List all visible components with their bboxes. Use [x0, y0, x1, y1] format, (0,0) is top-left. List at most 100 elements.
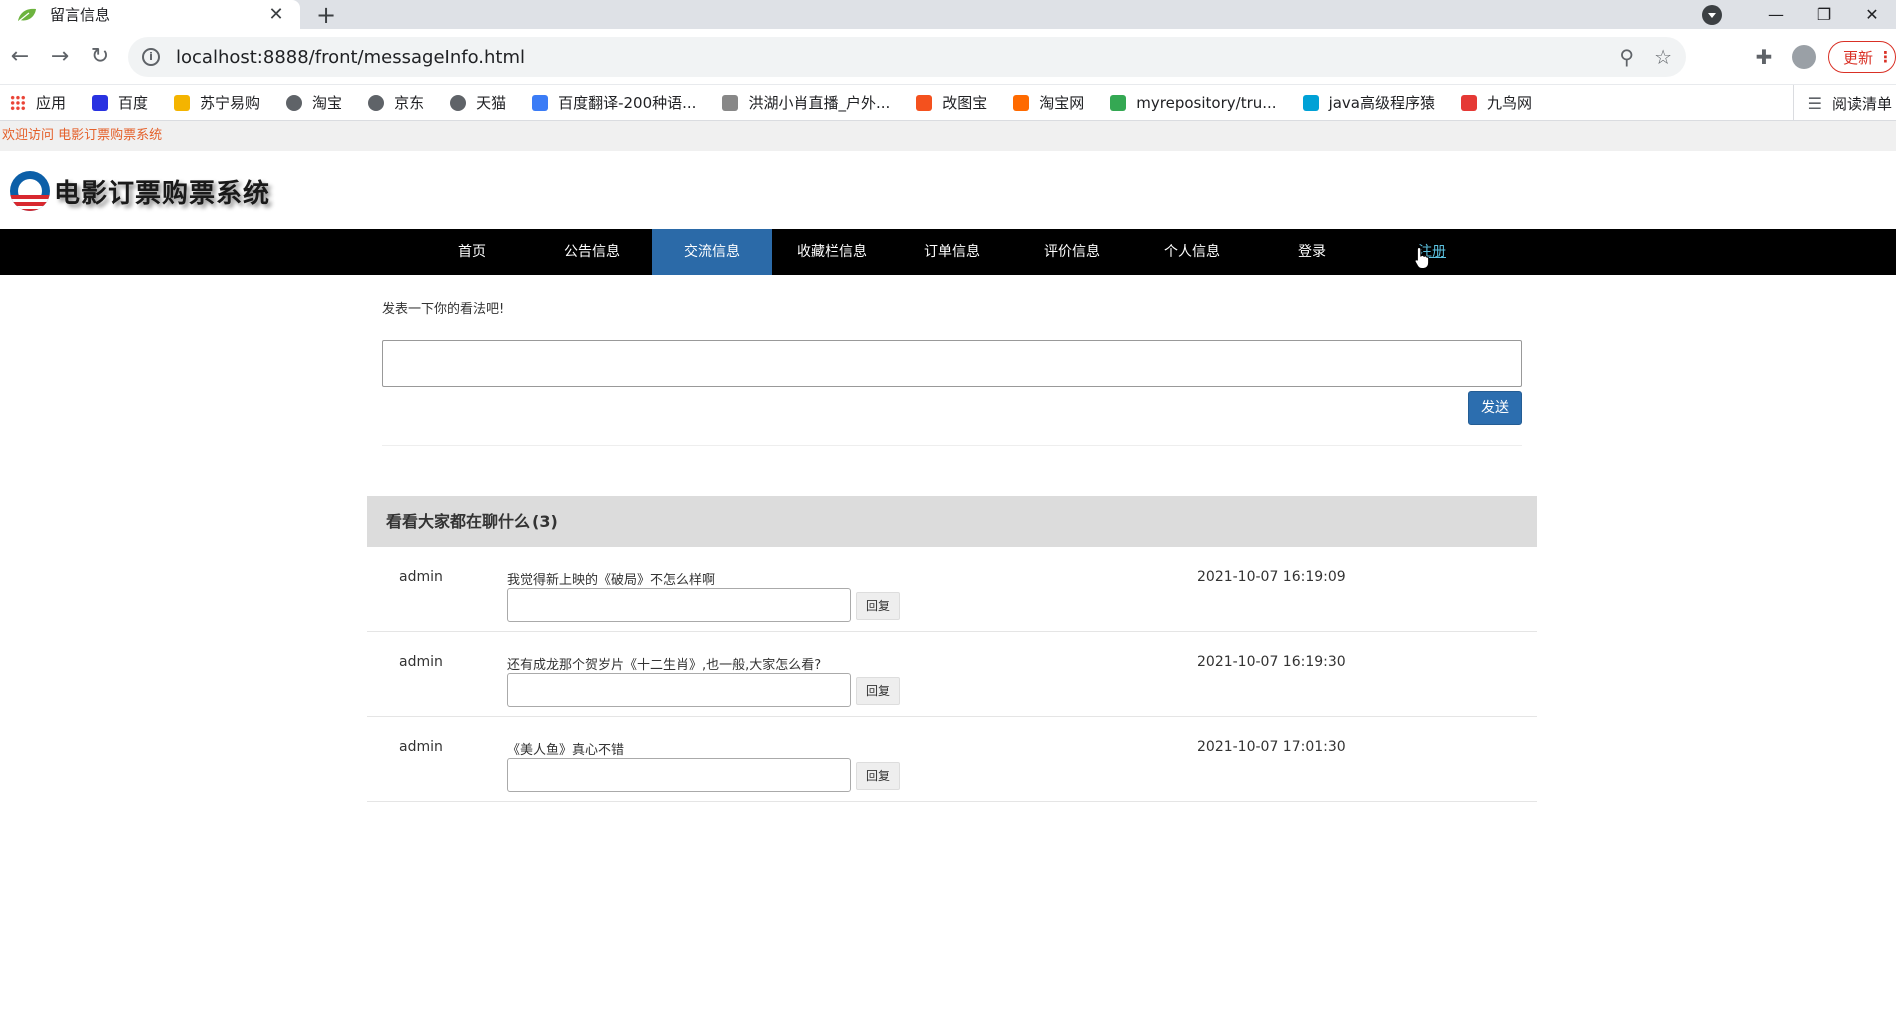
bookmark-label: 淘宝	[312, 94, 343, 112]
bookmark-label: 苏宁易购	[200, 94, 261, 112]
window-close-icon[interactable]: ✕	[1848, 5, 1896, 24]
comment-time: 2021-10-07 17:01:30	[1197, 739, 1346, 755]
nav-item[interactable]: 交流信息	[652, 229, 772, 275]
toolbar-right: ✚ 更新	[1744, 37, 1896, 77]
bookmark-item[interactable]: 九鸟网	[1461, 92, 1532, 113]
logo-emblem-icon	[10, 171, 50, 211]
bookmark-item[interactable]: 天猫	[450, 92, 506, 113]
star-icon[interactable]: ☆	[1654, 45, 1672, 69]
apps-grid-icon	[10, 94, 26, 111]
bookmark-item[interactable]: 应用	[10, 92, 66, 113]
reply-button[interactable]: 回复	[856, 677, 900, 705]
bookmark-favicon-icon	[1302, 94, 1319, 111]
tab-search-icon[interactable]	[1702, 4, 1722, 25]
zoom-icon[interactable]: ⚲	[1619, 45, 1634, 69]
thread-title: 看看大家都在聊什么	[386, 512, 531, 531]
logo-text: 电影订票购票系统	[54, 178, 271, 209]
bookmark-label: 京东	[394, 94, 425, 112]
bookmarks-bar: 应用 百度 苏宁易购 淘宝 京东 天猫 百度翻译-200种语... 洪湖小肖直播_户外... 改…	[0, 85, 1896, 121]
reply-button[interactable]: 回复	[856, 762, 900, 790]
comment-row: admin 《美人鱼》真心不错 2021-10-07 17:01:30 回复	[367, 717, 1537, 802]
bookmark-favicon-icon	[722, 94, 739, 111]
bookmark-label: myrepository/tru...	[1136, 93, 1277, 112]
bookmark-item[interactable]: 苏宁易购	[174, 92, 260, 113]
reply-input[interactable]	[507, 758, 851, 792]
minimize-icon[interactable]: —	[1752, 5, 1800, 24]
nav-item[interactable]: 个人信息	[1132, 229, 1252, 275]
bookmark-label: 淘宝网	[1039, 94, 1085, 112]
reading-list-label: 阅读清单	[1831, 94, 1892, 113]
comment-text: 我觉得新上映的《破局》不怎么样啊	[507, 573, 716, 588]
message-thread: 看看大家都在聊什么 (3) admin 我觉得新上映的《破局》不怎么样啊 2021-1…	[367, 496, 1537, 802]
bookmark-item[interactable]: 百度翻译-200种语...	[532, 92, 696, 113]
bookmark-label: 天猫	[476, 94, 507, 112]
url-text[interactable]: localhost:8888/front/messageInfo.html	[176, 47, 1599, 68]
browser-tab[interactable]: 留言信息 ✕	[0, 0, 300, 29]
bookmark-label: 洪湖小肖直播_户外...	[748, 94, 891, 112]
comment-author: admin	[399, 654, 443, 670]
bookmark-item[interactable]: 淘宝网	[1013, 92, 1084, 113]
bookmark-label: 百度	[118, 94, 149, 112]
bookmark-label: 改图宝	[942, 94, 988, 112]
comment-row: admin 我觉得新上映的《破局》不怎么样啊 2021-10-07 16:19:09…	[367, 547, 1537, 632]
comment-row: admin 还有成龙那个贺岁片《十二生肖》,也一般,大家怎么看? 2021-10-0…	[367, 632, 1537, 717]
address-bar[interactable]: i localhost:8888/front/messageInfo.html …	[128, 37, 1686, 77]
window-controls: — ❐ ✕	[1702, 0, 1896, 29]
nav-item[interactable]: 首页	[412, 229, 532, 275]
site-header: 电影订票购票系统	[0, 151, 1896, 229]
reading-list-icon: ☰	[1807, 93, 1822, 113]
bookmark-item[interactable]: myrepository/tru...	[1110, 93, 1277, 112]
bookmark-favicon-icon	[916, 94, 933, 111]
bookmark-favicon-icon	[92, 94, 109, 111]
bookmark-item[interactable]: 改图宝	[916, 92, 987, 113]
bookmark-label: 九鸟网	[1487, 94, 1533, 112]
new-tab-icon[interactable]: +	[316, 1, 336, 29]
nav-item[interactable]: 收藏栏信息	[772, 229, 892, 275]
comment-list: admin 我觉得新上映的《破局》不怎么样啊 2021-10-07 16:19:09…	[367, 547, 1537, 802]
close-icon[interactable]: ✕	[266, 4, 286, 25]
reload-icon[interactable]: ↻	[80, 44, 120, 69]
forward-arrow-icon[interactable]: →	[40, 44, 80, 69]
message-input[interactable]	[382, 340, 1522, 387]
bookmark-item[interactable]: 淘宝	[286, 92, 342, 113]
bookmark-favicon-icon	[286, 94, 303, 111]
bookmark-label: 百度翻译-200种语...	[558, 94, 697, 112]
bookmark-item[interactable]: 洪湖小肖直播_户外...	[722, 92, 890, 113]
nav-item[interactable]: 订单信息	[892, 229, 1012, 275]
comment-author: admin	[399, 569, 443, 585]
bookmark-item[interactable]: java高级程序猿	[1302, 92, 1435, 113]
nav-item[interactable]: 注册	[1372, 229, 1492, 275]
puzzle-icon[interactable]: ✚	[1744, 45, 1784, 69]
comment-text: 《美人鱼》真心不错	[507, 743, 625, 758]
bookmark-favicon-icon	[174, 94, 191, 111]
avatar[interactable]	[1791, 45, 1816, 69]
reading-list-button[interactable]: ☰ 阅读清单	[1792, 85, 1892, 121]
bookmark-favicon-icon	[1461, 94, 1477, 111]
back-arrow-icon[interactable]: ←	[0, 44, 40, 69]
info-icon[interactable]: i	[142, 48, 160, 66]
thread-header: 看看大家都在聊什么 (3)	[367, 496, 1537, 547]
bookmark-favicon-icon	[1110, 94, 1127, 111]
bookmark-item[interactable]: 百度	[92, 92, 148, 113]
tab-title: 留言信息	[50, 6, 111, 24]
composer-prompt: 发表一下你的看法吧!	[382, 302, 505, 317]
leaf-icon	[18, 8, 36, 21]
restore-icon[interactable]: ❐	[1800, 5, 1848, 24]
site-logo[interactable]: 电影订票购票系统	[10, 171, 270, 211]
bookmark-item[interactable]: 京东	[368, 92, 424, 113]
reply-input[interactable]	[507, 673, 851, 707]
reply-input[interactable]	[507, 588, 851, 622]
nav-item[interactable]: 登录	[1252, 229, 1372, 275]
divider	[382, 445, 1522, 446]
reply-button[interactable]: 回复	[856, 592, 900, 620]
main-nav: 首页 公告信息 交流信息 收藏栏信息 订单信息 评价信息 个人信息 登录 注册	[0, 229, 1896, 275]
bookmark-favicon-icon	[450, 94, 467, 111]
nav-item[interactable]: 评价信息	[1012, 229, 1132, 275]
nav-item[interactable]: 公告信息	[532, 229, 652, 275]
update-button[interactable]: 更新	[1827, 41, 1896, 73]
browser-tabstrip: 留言信息 ✕ + — ❐ ✕	[0, 0, 1896, 29]
send-button[interactable]: 发送	[1468, 391, 1522, 425]
bookmark-favicon-icon	[1013, 94, 1030, 111]
bookmark-label: 应用	[36, 94, 67, 112]
bookmark-favicon-icon	[368, 94, 385, 111]
